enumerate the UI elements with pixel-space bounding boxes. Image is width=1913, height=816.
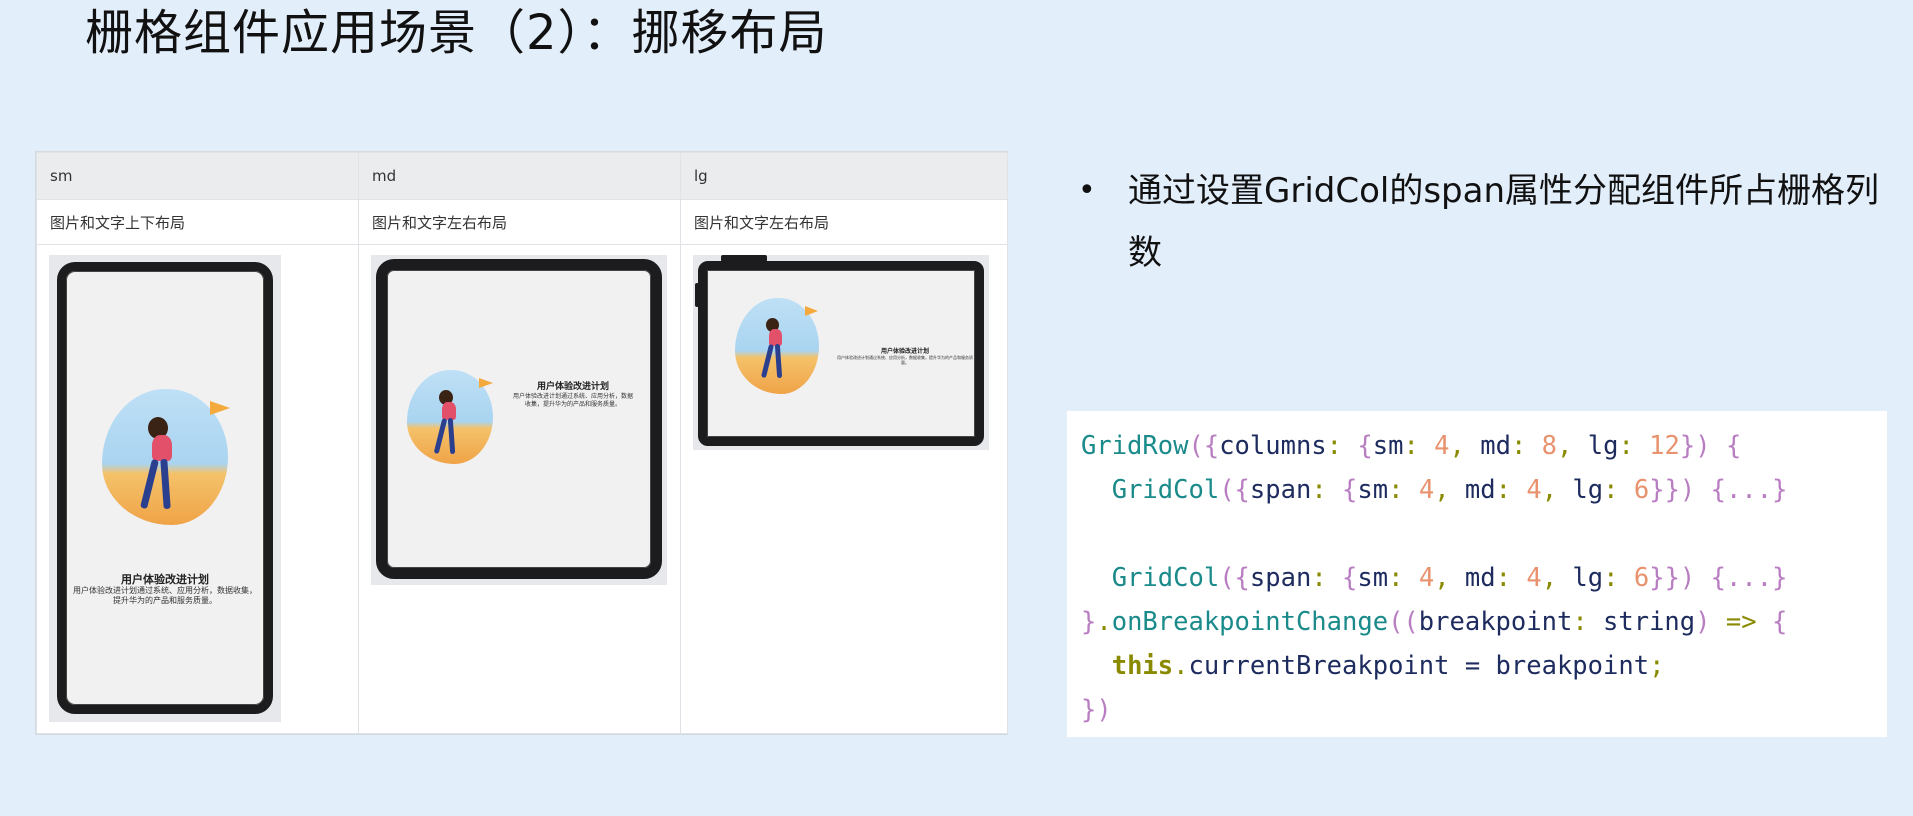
code-line: GridRow({columns: {sm: 4, md: 8, lg: 12}… (1081, 431, 1742, 461)
illustration-caption: 用户体验改进计划 用户体验改进计划通过系统、应用分析，数据收集，提升华为的产品和… (513, 382, 633, 409)
desc-md: 图片和文字左右布局 (358, 199, 681, 245)
cell-lg-image: 用户体验改进计划 用户体验改进计划通过系统、应用分析，数据收集，提升华为的产品和… (680, 244, 1008, 734)
bullet-text: 通过设置GridCol的span属性分配组件所占栅格列数 (1128, 171, 1880, 273)
table-row: 用户体验改进计划 用户体验改进计划通过系统、应用分析，数据收集，提升华为的产品和… (36, 244, 1008, 734)
header-md: md (358, 152, 681, 200)
caption-text: 用户体验改进计划通过系统、应用分析，数据收集，提升华为的产品和服务质量。 (837, 355, 973, 365)
table-row: 图片和文字上下布局 图片和文字左右布局 图片和文字左右布局 (36, 199, 1008, 245)
bullet-dot-icon: • (1078, 173, 1096, 208)
caption-text: 用户体验改进计划通过系统、应用分析，数据收集，提升华为的产品和服务质量。 (73, 586, 257, 605)
cell-sm-image: 用户体验改进计划 用户体验改进计划通过系统、应用分析，数据收集，提升华为的产品和… (36, 244, 359, 734)
illustration-caption: 用户体验改进计划 用户体验改进计划通过系统、应用分析，数据收集，提升华为的产品和… (837, 348, 973, 365)
phone-mockup: 用户体验改进计划 用户体验改进计划通过系统、应用分析，数据收集，提升华为的产品和… (49, 255, 281, 722)
header-lg: lg (680, 152, 1008, 200)
header-sm: sm (36, 152, 359, 200)
code-block: GridRow({columns: {sm: 4, md: 8, lg: 12}… (1067, 411, 1887, 737)
code-content: GridRow({columns: {sm: 4, md: 8, lg: 12}… (1081, 424, 1873, 732)
desc-lg: 图片和文字左右布局 (680, 199, 1008, 245)
desc-sm: 图片和文字上下布局 (36, 199, 359, 245)
code-line: this.currentBreakpoint = breakpoint; (1111, 651, 1665, 681)
caption-title: 用户体验改进计划 (536, 382, 609, 392)
caption-text: 用户体验改进计划通过系统、应用分析，数据收集，提升华为的产品和服务质量。 (513, 393, 634, 408)
illustration (102, 389, 232, 529)
slide-title: 栅格组件应用场景（2）：挪移布局 (85, 5, 828, 61)
table-header-row: sm md lg (36, 152, 1008, 200)
cell-md-image: 用户体验改进计划 用户体验改进计划通过系统、应用分析，数据收集，提升华为的产品和… (358, 244, 681, 734)
caption-title: 用户体验改进计划 (121, 573, 209, 586)
illustration (407, 370, 497, 470)
tablet-landscape-mockup: 用户体验改进计划 用户体验改进计划通过系统、应用分析，数据收集，提升华为的产品和… (693, 255, 989, 450)
code-line: GridCol({span: {sm: 4, md: 4, lg: 6}}) {… (1111, 563, 1788, 593)
caption-title: 用户体验改进计划 (880, 348, 929, 355)
code-line: }.onBreakpointChange((breakpoint: string… (1081, 607, 1788, 637)
illustration (735, 298, 823, 398)
breakpoint-table: sm md lg 图片和文字上下布局 图片和文字左右布局 图片和文字左右布局 用… (35, 151, 1008, 735)
code-line: }) (1081, 695, 1112, 725)
illustration-caption: 用户体验改进计划 用户体验改进计划通过系统、应用分析，数据收集，提升华为的产品和… (72, 573, 258, 606)
code-line: GridCol({span: {sm: 4, md: 4, lg: 6}}) {… (1111, 475, 1788, 505)
bullet-point: • 通过设置GridCol的span属性分配组件所占栅格列数 (1078, 160, 1880, 284)
tablet-mockup: 用户体验改进计划 用户体验改进计划通过系统、应用分析，数据收集，提升华为的产品和… (371, 255, 667, 585)
